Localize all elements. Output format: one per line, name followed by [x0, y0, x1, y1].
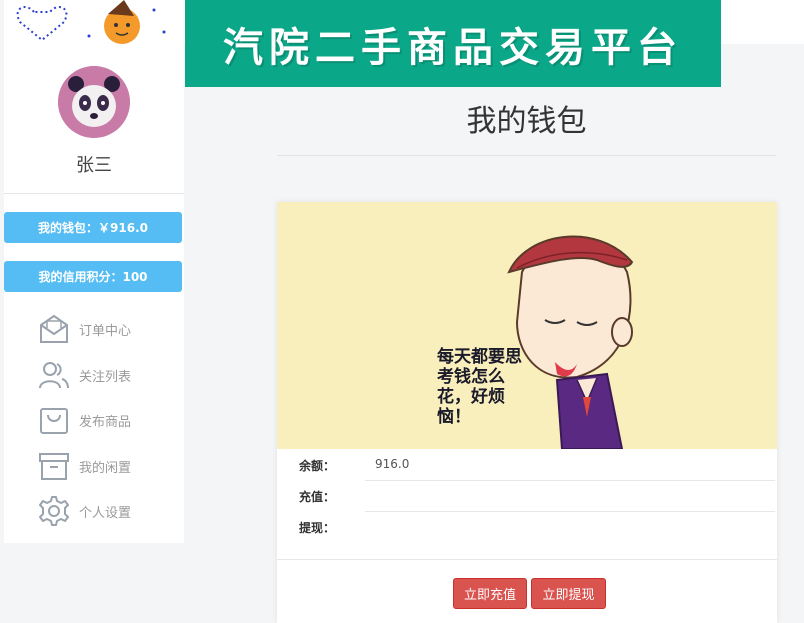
wallet-button[interactable]: 我的钱包：￥916.0 [4, 212, 182, 243]
recharge-button-label: 立即充值 [464, 588, 517, 603]
user-name: 张三 [76, 155, 112, 176]
archive-box-icon [39, 453, 69, 480]
site-banner: 汽院二手商品交易平台 [185, 0, 721, 87]
sidebar-item-label: 我的闲置 [79, 460, 132, 476]
balance-row: 余额： 916.0 [277, 450, 777, 480]
credit-button-label: 我的信用积分：100 [38, 270, 148, 284]
site-logo [4, 0, 185, 45]
balance-value: 916.0 [375, 457, 410, 471]
shopping-bag-icon [40, 408, 68, 434]
wallet-illustration: 每天都要思考钱怎么花，好烦恼！ [277, 202, 777, 449]
withdraw-row: 提现： [277, 512, 777, 542]
sidebar-item-label: 关注列表 [79, 369, 132, 385]
sidebar-item-idle[interactable]: 我的闲置 [38, 448, 184, 484]
page-title: 我的钱包 [466, 104, 587, 139]
cartoon-boy-image [507, 235, 634, 449]
title-divider [277, 155, 776, 156]
avatar[interactable] [58, 66, 130, 138]
sidebar-item-label: 订单中心 [79, 323, 132, 339]
sidebar-item-label: 个人设置 [79, 505, 132, 521]
sidebar-divider [4, 193, 184, 194]
panda-avatar-icon [58, 66, 130, 138]
credit-score-button[interactable]: 我的信用积分：100 [4, 261, 182, 292]
gear-icon [39, 496, 69, 526]
withdraw-button[interactable]: 立即提现 [531, 578, 606, 609]
users-icon [39, 362, 69, 389]
envelope-icon [40, 314, 68, 343]
wallet-button-label: 我的钱包：￥916.0 [38, 221, 148, 235]
user-sidebar: 张三 我的钱包：￥916.0 我的信用积分：100 订单中心 关注列表 发布商品 [4, 45, 184, 543]
sidebar-item-following[interactable]: 关注列表 [38, 357, 184, 393]
recharge-row: 充值： [277, 481, 777, 511]
logo-graphic [16, 0, 166, 44]
recharge-label: 充值： [299, 490, 336, 504]
withdraw-button-label: 立即提现 [542, 588, 595, 603]
sidebar-item-settings[interactable]: 个人设置 [38, 493, 184, 529]
balance-label: 余额： [299, 459, 336, 473]
sidebar-item-label: 发布商品 [79, 414, 132, 430]
wallet-card: 每天都要思考钱怎么花，好烦恼！ 余额： 916.0 充值： 提现： 立即充值 立… [277, 202, 777, 623]
sidebar-item-orders[interactable]: 订单中心 [38, 311, 184, 347]
card-divider [277, 559, 777, 560]
recharge-button[interactable]: 立即充值 [453, 578, 527, 609]
illustration-caption: 每天都要思考钱怎么花，好烦恼！ [437, 347, 522, 427]
sidebar-item-publish[interactable]: 发布商品 [38, 402, 184, 438]
header-blank [721, 0, 804, 44]
withdraw-label: 提现： [299, 521, 336, 535]
site-title: 汽院二手商品交易平台 [223, 24, 683, 71]
